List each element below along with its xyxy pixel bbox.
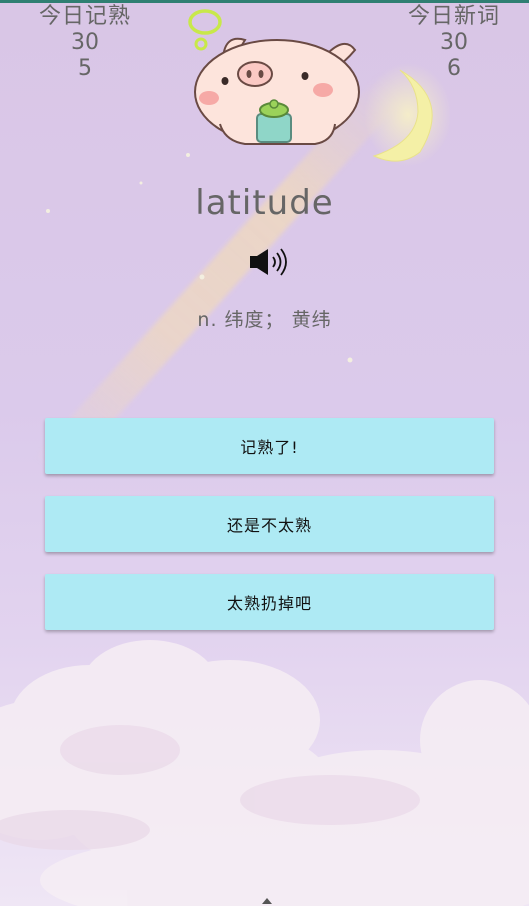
moon-icon: [364, 63, 450, 167]
not-familiar-button[interactable]: 还是不太熟: [45, 496, 494, 552]
speaker-icon[interactable]: [246, 246, 292, 278]
today-new-words-total: 30: [440, 30, 468, 55]
today-memorized-panel: 今日记熟 30 5: [15, 4, 155, 82]
nav-handle-icon: [262, 898, 272, 904]
today-memorized-total: 30: [71, 30, 99, 55]
word-text: latitude: [195, 183, 334, 223]
today-memorized-count: 5: [78, 56, 92, 81]
today-new-words-label: 今日新词: [407, 4, 500, 29]
word-meaning: n. 纬度； 黄纬: [197, 309, 332, 331]
pig-illustration: [188, 9, 360, 145]
today-memorized-label: 今日记熟: [38, 4, 131, 29]
clouds-decoration: [0, 640, 529, 906]
remembered-button[interactable]: 记熟了!: [45, 418, 494, 474]
